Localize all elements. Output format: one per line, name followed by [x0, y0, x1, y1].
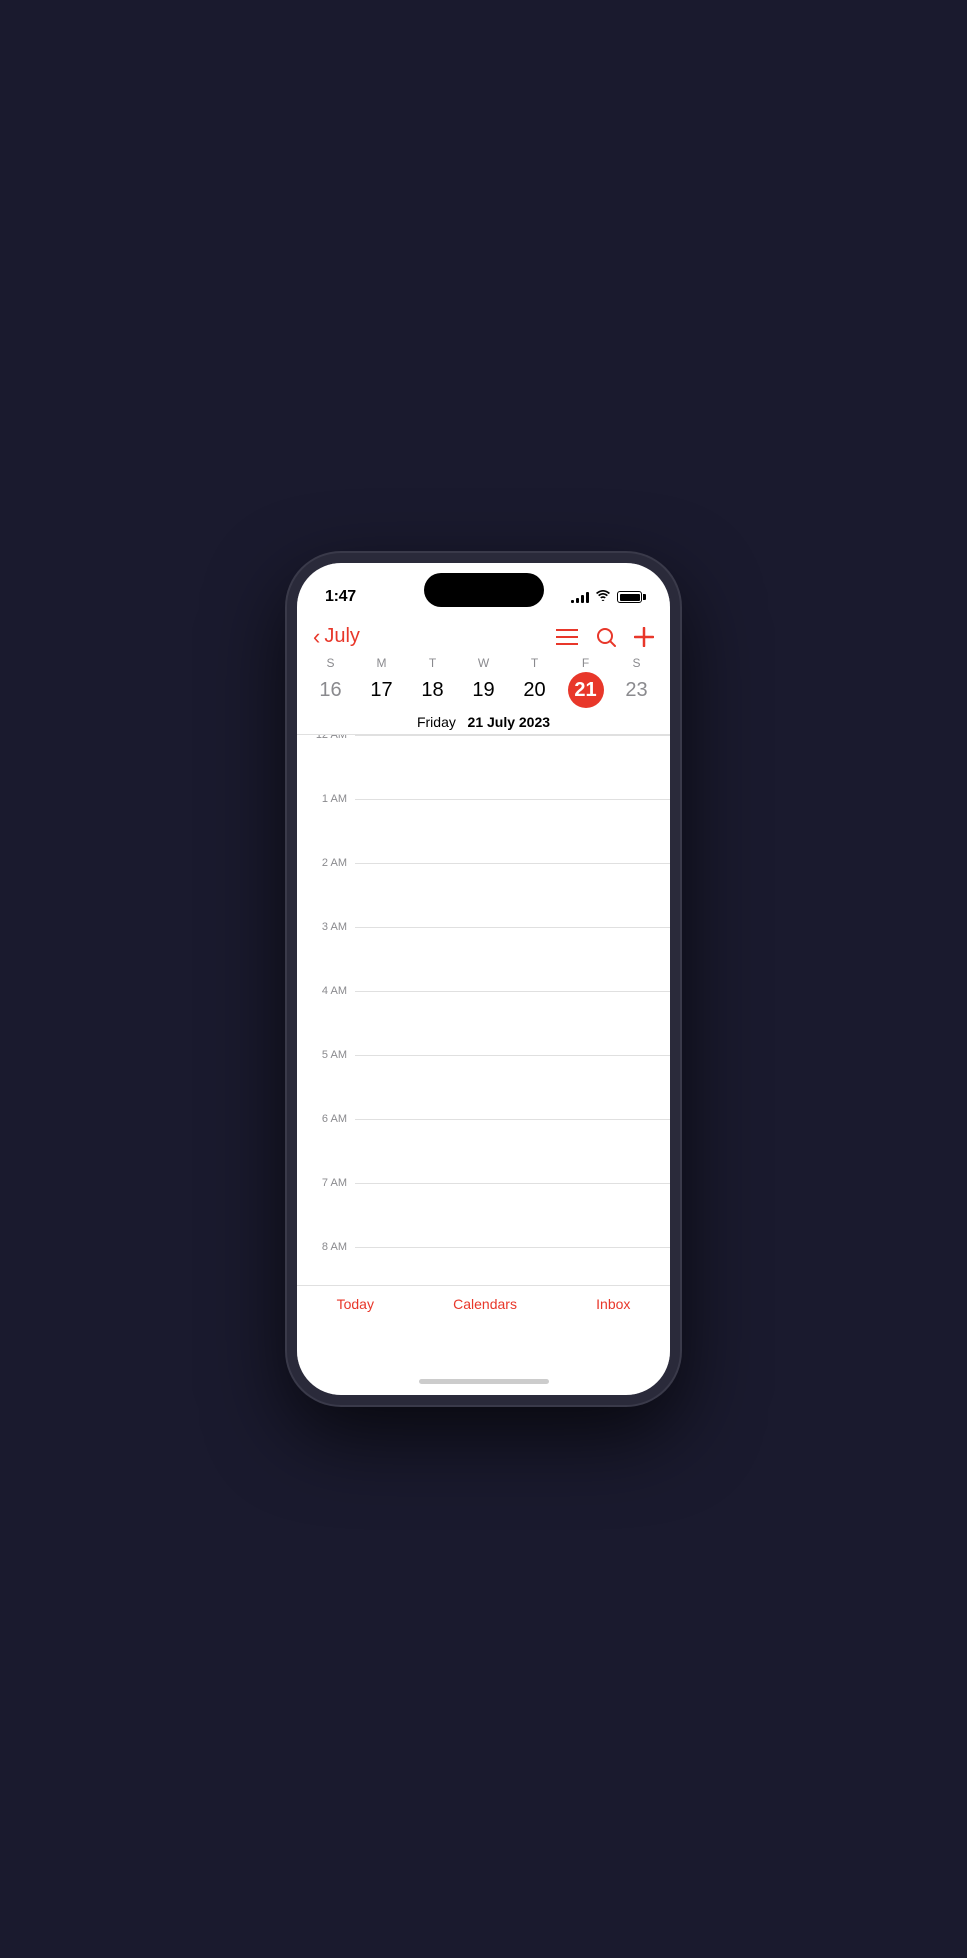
time-slot-7-am: 7 AM	[297, 1183, 670, 1247]
day-letter: S	[632, 656, 640, 670]
day-number[interactable]: 21	[568, 672, 604, 708]
tab-bar: Today Calendars Inbox	[297, 1285, 670, 1367]
tab-calendars[interactable]: Calendars	[433, 1296, 537, 1312]
wifi-icon	[595, 590, 611, 605]
day-letter: W	[478, 656, 489, 670]
time-divider	[355, 1055, 670, 1056]
time-divider	[355, 1247, 670, 1248]
time-grid[interactable]: 12 AM1 AM2 AM3 AM4 AM5 AM6 AM7 AM8 AM9 A…	[297, 735, 670, 1285]
time-divider	[355, 1183, 670, 1184]
day-number[interactable]: 19	[466, 672, 502, 708]
day-number[interactable]: 23	[619, 672, 655, 708]
home-bar	[419, 1379, 549, 1384]
time-divider	[355, 735, 670, 736]
time-slot-12-am: 12 AM	[297, 735, 670, 799]
time-slot-3-am: 3 AM	[297, 927, 670, 991]
time-label: 6 AM	[297, 1113, 355, 1125]
time-label: 3 AM	[297, 921, 355, 933]
day-name: Friday	[417, 714, 456, 730]
day-column-18[interactable]: T 18	[407, 656, 458, 708]
time-label: 4 AM	[297, 985, 355, 997]
back-chevron-icon: ‹	[313, 626, 320, 648]
home-indicator	[297, 1367, 670, 1395]
time-divider	[355, 927, 670, 928]
time-label: 5 AM	[297, 1049, 355, 1061]
back-button[interactable]: ‹ July	[313, 625, 360, 648]
app-content: ‹ July	[297, 617, 670, 1285]
day-number[interactable]: 16	[313, 672, 349, 708]
time-slot-4-am: 4 AM	[297, 991, 670, 1055]
day-column-20[interactable]: T 20	[509, 656, 560, 708]
search-icon[interactable]	[596, 627, 616, 647]
day-column-17[interactable]: M 17	[356, 656, 407, 708]
add-icon[interactable]	[634, 627, 654, 647]
time-slot-1-am: 1 AM	[297, 799, 670, 863]
time-divider	[355, 991, 670, 992]
tab-inbox[interactable]: Inbox	[576, 1296, 650, 1312]
header-actions	[556, 627, 654, 647]
time-slot-2-am: 2 AM	[297, 863, 670, 927]
day-letter: F	[582, 656, 589, 670]
day-letter: T	[531, 656, 538, 670]
signal-bars-icon	[571, 591, 589, 603]
list-icon[interactable]	[556, 628, 578, 646]
day-letter: S	[326, 656, 334, 670]
time-slot-8-am: 8 AM	[297, 1247, 670, 1285]
day-column-23[interactable]: S 23	[611, 656, 662, 708]
status-time: 1:47	[325, 588, 356, 606]
time-label: 8 AM	[297, 1241, 355, 1253]
full-date: 21 July 2023	[468, 714, 551, 730]
day-number[interactable]: 20	[517, 672, 553, 708]
day-letter: M	[377, 656, 387, 670]
time-divider	[355, 863, 670, 864]
time-divider	[355, 799, 670, 800]
time-label: 7 AM	[297, 1177, 355, 1189]
week-header: S 16 M 17 T 18 W 19 T 20 F 21 S 23	[297, 652, 670, 708]
day-number[interactable]: 17	[364, 672, 400, 708]
header: ‹ July	[297, 617, 670, 652]
day-number[interactable]: 18	[415, 672, 451, 708]
time-slot-5-am: 5 AM	[297, 1055, 670, 1119]
status-bar: 1:47	[297, 563, 670, 617]
time-divider	[355, 1119, 670, 1120]
date-label: Friday 21 July 2023	[297, 708, 670, 735]
time-label: 2 AM	[297, 857, 355, 869]
time-label: 1 AM	[297, 793, 355, 805]
day-column-19[interactable]: W 19	[458, 656, 509, 708]
time-label: 12 AM	[297, 735, 355, 741]
time-slot-6-am: 6 AM	[297, 1119, 670, 1183]
day-column-21[interactable]: F 21	[560, 656, 611, 708]
tab-today[interactable]: Today	[317, 1296, 394, 1312]
status-icons	[571, 590, 642, 605]
back-label: July	[324, 625, 360, 648]
battery-icon	[617, 591, 642, 603]
day-column-16[interactable]: S 16	[305, 656, 356, 708]
dynamic-island	[424, 573, 544, 607]
day-letter: T	[429, 656, 436, 670]
